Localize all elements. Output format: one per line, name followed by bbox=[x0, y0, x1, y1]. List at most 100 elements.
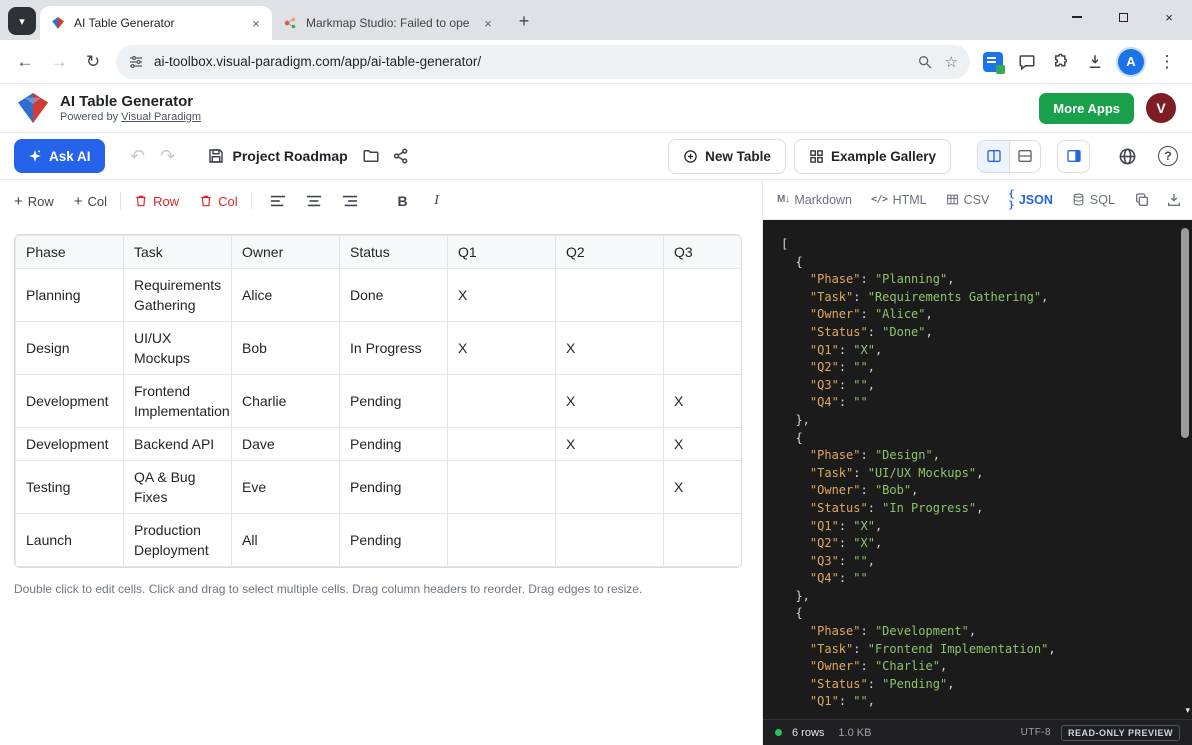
table-cell[interactable]: Dave bbox=[232, 428, 340, 461]
table-cell[interactable]: Bob bbox=[232, 322, 340, 375]
visual-paradigm-link[interactable]: Visual Paradigm bbox=[121, 111, 201, 123]
extensions-icon[interactable] bbox=[1044, 45, 1078, 79]
table-cell[interactable]: QA & Bug Fixes bbox=[124, 461, 232, 514]
new-tab-button[interactable]: + bbox=[510, 7, 538, 35]
open-folder-icon[interactable] bbox=[356, 141, 386, 171]
back-button[interactable]: ← bbox=[8, 45, 42, 79]
column-header[interactable]: Phase bbox=[16, 236, 124, 269]
table-cell[interactable]: Design bbox=[16, 322, 124, 375]
table-row[interactable]: PlanningRequirements GatheringAliceDoneX bbox=[16, 269, 743, 322]
browser-tab-inactive[interactable]: Markmap Studio: Failed to ope × bbox=[272, 6, 504, 40]
forward-button[interactable]: → bbox=[42, 45, 76, 79]
align-center-button[interactable] bbox=[301, 188, 327, 214]
maximize-button[interactable] bbox=[1100, 0, 1146, 34]
zoom-icon[interactable] bbox=[917, 54, 933, 70]
redo-button[interactable]: ↷ bbox=[153, 146, 183, 167]
table-cell[interactable]: X bbox=[556, 322, 664, 375]
table-cell[interactable]: Done bbox=[340, 269, 448, 322]
align-right-button[interactable] bbox=[337, 188, 363, 214]
table-cell[interactable]: Testing bbox=[16, 461, 124, 514]
table-cell[interactable]: X bbox=[556, 428, 664, 461]
table-cell[interactable]: X bbox=[448, 322, 556, 375]
comment-icon[interactable] bbox=[1010, 45, 1044, 79]
table-cell[interactable]: Pending bbox=[340, 375, 448, 428]
download-code-icon[interactable] bbox=[1166, 192, 1182, 208]
italic-button[interactable]: I bbox=[424, 188, 450, 214]
site-settings-icon[interactable] bbox=[128, 54, 144, 70]
table-cell[interactable]: Requirements Gathering bbox=[124, 269, 232, 322]
table-cell[interactable]: Backend API bbox=[124, 428, 232, 461]
table-cell[interactable] bbox=[448, 375, 556, 428]
add-row-button[interactable]: +Row bbox=[14, 194, 54, 209]
tab-markdown[interactable]: M↓ Markdown bbox=[777, 193, 852, 207]
table-cell[interactable]: Charlie bbox=[232, 375, 340, 428]
split-columns-toggle[interactable] bbox=[978, 141, 1009, 172]
code-content[interactable]: [ { "Phase": "Planning", "Task": "Requir… bbox=[781, 236, 1170, 711]
table-cell[interactable]: X bbox=[664, 428, 743, 461]
table-cell[interactable]: X bbox=[556, 375, 664, 428]
url-text[interactable]: ai-toolbox.visual-paradigm.com/app/ai-ta… bbox=[154, 54, 917, 69]
table-cell[interactable]: X bbox=[448, 269, 556, 322]
close-window-button[interactable]: × bbox=[1146, 0, 1192, 34]
table-cell[interactable] bbox=[664, 322, 743, 375]
scroll-down-icon[interactable]: ▾ bbox=[1185, 705, 1190, 716]
bold-button[interactable]: B bbox=[390, 188, 416, 214]
table-cell[interactable]: Development bbox=[16, 375, 124, 428]
table-cell[interactable]: Launch bbox=[16, 514, 124, 567]
table-cell[interactable]: Pending bbox=[340, 428, 448, 461]
right-panel-toggle[interactable] bbox=[1057, 140, 1090, 173]
table-cell[interactable] bbox=[664, 514, 743, 567]
browser-menu-icon[interactable]: ⋮ bbox=[1150, 45, 1184, 79]
more-apps-button[interactable]: More Apps bbox=[1039, 93, 1134, 124]
table-cell[interactable]: Development bbox=[16, 428, 124, 461]
translate-icon[interactable] bbox=[983, 52, 1003, 72]
table-cell[interactable] bbox=[448, 428, 556, 461]
table-row[interactable]: DesignUI/UX MockupsBobIn ProgressXX bbox=[16, 322, 743, 375]
add-col-button[interactable]: +Col bbox=[74, 194, 107, 209]
table-cell[interactable]: X bbox=[664, 375, 743, 428]
split-rows-toggle[interactable] bbox=[1009, 141, 1040, 172]
column-header[interactable]: Q2 bbox=[556, 236, 664, 269]
table-cell[interactable] bbox=[448, 461, 556, 514]
browser-tab-active[interactable]: AI Table Generator × bbox=[40, 6, 272, 40]
table-cell[interactable]: Frontend Implementation bbox=[124, 375, 232, 428]
align-left-button[interactable] bbox=[265, 188, 291, 214]
tab-html[interactable]: </> HTML bbox=[871, 193, 927, 207]
minimize-button[interactable] bbox=[1054, 0, 1100, 34]
table-cell[interactable] bbox=[664, 269, 743, 322]
undo-button[interactable]: ↶ bbox=[123, 146, 153, 167]
column-header[interactable]: Q1 bbox=[448, 236, 556, 269]
delete-row-button[interactable]: Row bbox=[134, 194, 179, 209]
table-cell[interactable]: UI/UX Mockups bbox=[124, 322, 232, 375]
table-cell[interactable]: Alice bbox=[232, 269, 340, 322]
table-cell[interactable] bbox=[448, 514, 556, 567]
tab-csv[interactable]: CSV bbox=[946, 193, 990, 207]
table-row[interactable]: TestingQA & Bug FixesEvePending X bbox=[16, 461, 743, 514]
table-cell[interactable]: Pending bbox=[340, 461, 448, 514]
table-cell[interactable]: Eve bbox=[232, 461, 340, 514]
document-title[interactable]: Project Roadmap bbox=[233, 148, 348, 164]
table-cell[interactable] bbox=[556, 269, 664, 322]
table-row[interactable]: LaunchProduction DeploymentAllPending bbox=[16, 514, 743, 567]
table-cell[interactable]: All bbox=[232, 514, 340, 567]
copy-code-icon[interactable] bbox=[1134, 192, 1150, 208]
reload-button[interactable]: ↻ bbox=[76, 45, 110, 79]
table-cell[interactable] bbox=[556, 461, 664, 514]
profile-avatar[interactable]: A bbox=[1118, 49, 1144, 75]
scrollbar-thumb[interactable] bbox=[1181, 228, 1189, 438]
example-gallery-button[interactable]: Example Gallery bbox=[794, 139, 951, 174]
new-table-button[interactable]: New Table bbox=[668, 139, 786, 174]
table-cell[interactable]: Pending bbox=[340, 514, 448, 567]
table-cell[interactable]: In Progress bbox=[340, 322, 448, 375]
table-cell[interactable]: Planning bbox=[16, 269, 124, 322]
close-tab-icon[interactable]: × bbox=[480, 15, 496, 31]
tab-json[interactable]: { } JSON bbox=[1008, 189, 1053, 211]
address-bar[interactable]: ai-toolbox.visual-paradigm.com/app/ai-ta… bbox=[116, 45, 970, 79]
table-cell[interactable]: X bbox=[664, 461, 743, 514]
user-avatar[interactable]: V bbox=[1146, 93, 1176, 123]
table-row[interactable]: DevelopmentBackend APIDavePending XX bbox=[16, 428, 743, 461]
language-globe-icon[interactable] bbox=[1112, 141, 1142, 171]
close-tab-icon[interactable]: × bbox=[248, 15, 264, 31]
tab-search-button[interactable]: ▾ bbox=[8, 7, 36, 35]
tab-sql[interactable]: SQL bbox=[1072, 193, 1115, 207]
